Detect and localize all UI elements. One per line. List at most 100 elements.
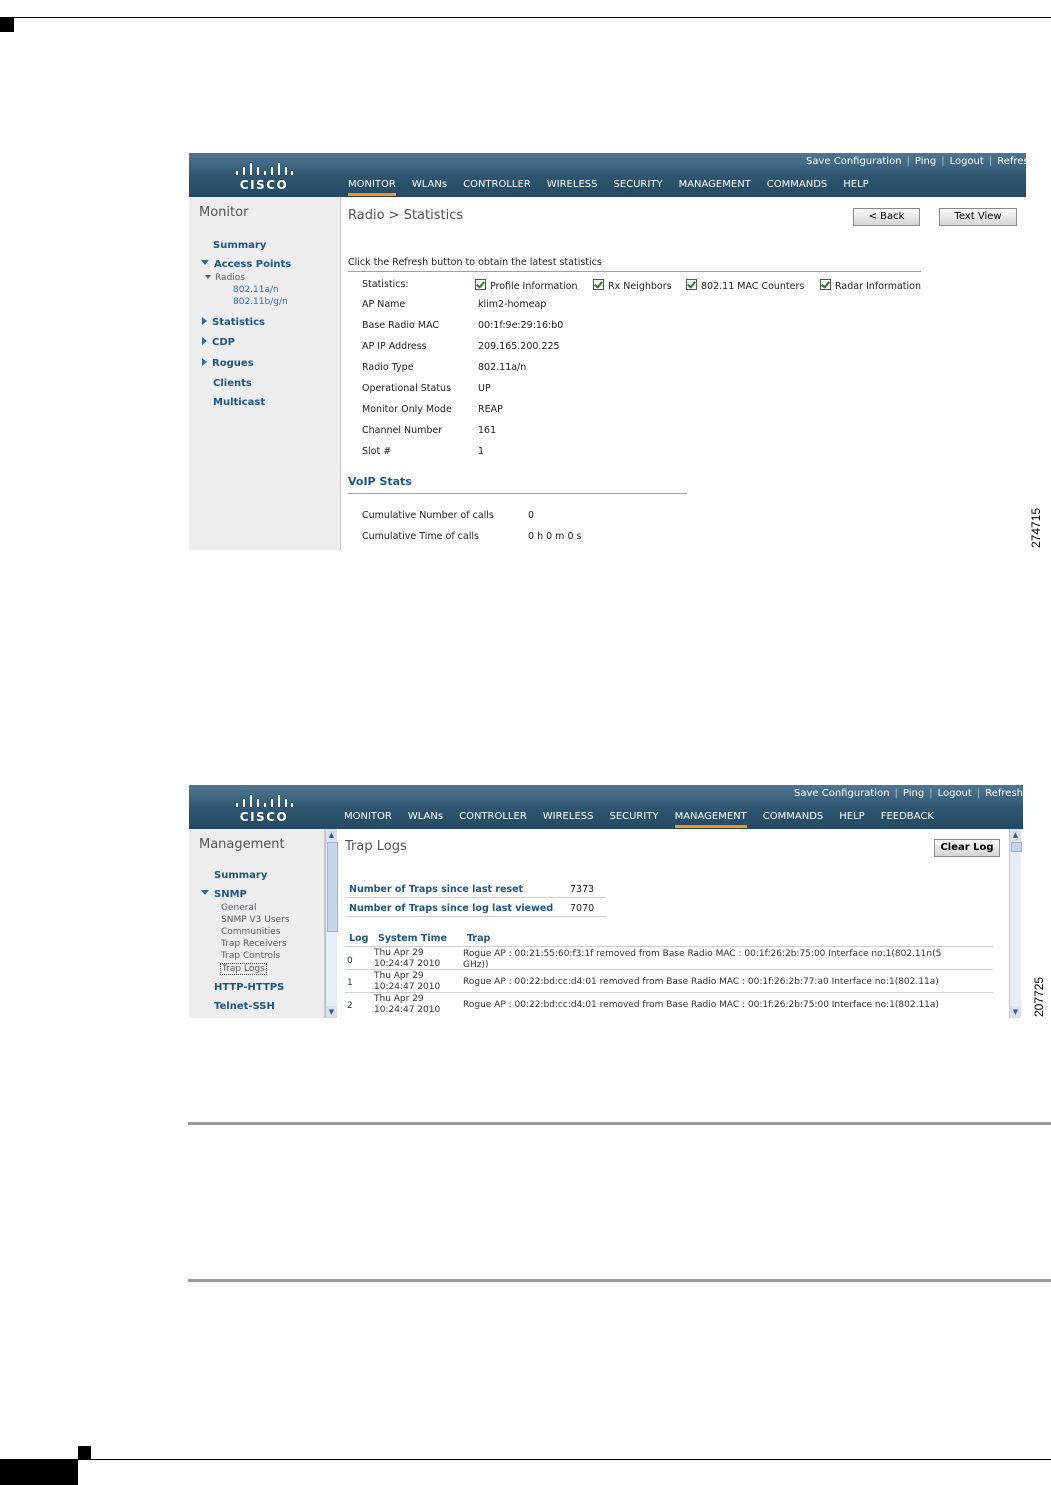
nav-help[interactable]: HELP <box>839 811 864 825</box>
ping-link[interactable]: Ping <box>903 788 924 799</box>
field-label: AP Name <box>362 299 406 310</box>
header-bar: CISCO Save Configuration | Ping | Logout | Ref… <box>189 153 1026 197</box>
sidebar-item-communities[interactable]: Communities <box>221 927 281 937</box>
sidebar-item-radios[interactable]: Radios <box>205 273 245 283</box>
nav-wlans[interactable]: WLANs <box>412 179 447 193</box>
row-log: 0 <box>347 956 353 966</box>
sidebar-title: Monitor <box>199 205 249 220</box>
nav-monitor[interactable]: MONITOR <box>344 811 392 825</box>
section-divider <box>348 271 921 272</box>
ping-link[interactable]: Ping <box>915 156 936 167</box>
scroll-up-icon[interactable]: ▲ <box>1010 829 1021 841</box>
sidebar-item-summary[interactable]: Summary <box>213 240 266 251</box>
sidebar-item-cdp[interactable]: CDP <box>202 337 235 348</box>
sidebar-item-general[interactable]: General <box>221 903 256 913</box>
sidebar-item-telnet-ssh[interactable]: Telnet-SSH <box>214 1001 275 1012</box>
content-scrollbar[interactable]: ▲ ▼ <box>1009 829 1022 1018</box>
sidebar-item-radio-b[interactable]: 802.11b/g/n <box>233 297 288 307</box>
nav-management[interactable]: MANAGEMENT <box>674 811 747 828</box>
save-configuration-link[interactable]: Save Configuration <box>806 156 902 167</box>
field-value: UP <box>478 383 491 394</box>
scrollbar-thumb[interactable] <box>327 842 338 932</box>
sidebar-item-trap-receivers[interactable]: Trap Receivers <box>221 939 287 949</box>
counter-value: 7373 <box>570 884 595 895</box>
row-time: 10:24:47 2010 <box>374 982 441 992</box>
nav-help[interactable]: HELP <box>843 179 868 193</box>
field-label: Base Radio MAC <box>362 320 440 331</box>
expanded-arrow-icon <box>201 260 209 265</box>
scroll-up-icon[interactable]: ▲ <box>326 829 337 841</box>
sidebar-scrollbar[interactable]: ▲ ▼ <box>325 829 338 1018</box>
text-view-button[interactable]: Text View <box>939 208 1017 226</box>
field-value: 161 <box>478 425 497 436</box>
nav-controller[interactable]: CONTROLLER <box>463 179 531 193</box>
field-value: 0 h 0 m 0 s <box>528 531 582 542</box>
nav-management[interactable]: MANAGEMENT <box>679 179 751 193</box>
nav-feedback[interactable]: FEEDBACK <box>881 811 934 825</box>
profile-information-checkbox[interactable]: Profile Information <box>475 279 578 292</box>
column-header-system-time: System Time <box>378 933 447 944</box>
sidebar-item-trap-logs[interactable]: Trap Logs <box>220 963 267 975</box>
back-button[interactable]: < Back <box>853 208 920 226</box>
sidebar-item-trap-controls[interactable]: Trap Controls <box>221 951 280 961</box>
checkbox-checked-icon <box>686 279 697 290</box>
sidebar-item-rogues[interactable]: Rogues <box>202 358 254 369</box>
field-label: Radio Type <box>362 362 414 373</box>
expanded-arrow-icon <box>205 275 211 279</box>
checkbox-checked-icon <box>820 279 831 290</box>
sidebar: Management Summary SNMP General SNMP V3 … <box>189 829 325 1018</box>
sidebar-item-clients[interactable]: Clients <box>213 378 252 389</box>
scroll-down-icon[interactable]: ▼ <box>326 1006 337 1018</box>
top-links: Save Configuration | Ping | Logout | Refresh <box>794 788 1023 799</box>
refresh-link[interactable]: Refresh <box>985 788 1023 799</box>
page-title: Trap Logs <box>345 839 407 854</box>
cisco-logo-text: CISCO <box>239 178 289 192</box>
sidebar-item-summary[interactable]: Summary <box>214 870 267 881</box>
field-label: Operational Status <box>362 383 452 394</box>
cisco-logo-bars-icon <box>235 158 293 175</box>
main-nav: MONITOR WLANs CONTROLLER WIRELESS SECURITY MA… <box>344 811 950 828</box>
row-time: 10:24:47 2010 <box>374 1005 441 1015</box>
field-label: Cumulative Time of calls <box>362 531 479 542</box>
main-nav: MONITOR WLANs CONTROLLER WIRELESS SECURITY MA… <box>348 179 885 196</box>
nav-controller[interactable]: CONTROLLER <box>459 811 527 825</box>
page-footer-tab <box>0 1460 78 1485</box>
nav-wireless[interactable]: WIRELESS <box>547 179 598 193</box>
field-label: Slot # <box>362 446 392 457</box>
nav-monitor[interactable]: MONITOR <box>348 179 396 196</box>
sidebar-item-snmp[interactable]: SNMP <box>201 889 247 900</box>
sidebar-item-statistics[interactable]: Statistics <box>202 317 265 328</box>
nav-commands[interactable]: COMMANDS <box>763 811 823 825</box>
collapsed-arrow-icon <box>202 317 207 325</box>
sidebar-item-radio-a[interactable]: 802.11a/n <box>233 285 279 295</box>
sidebar-item-access-points[interactable]: Access Points <box>201 259 291 270</box>
scroll-down-icon[interactable]: ▼ <box>1010 1006 1021 1018</box>
save-configuration-link[interactable]: Save Configuration <box>794 788 890 799</box>
sidebar-item-http-https[interactable]: HTTP-HTTPS <box>214 982 284 993</box>
nav-wireless[interactable]: WIRELESS <box>543 811 594 825</box>
field-value: 0 <box>528 510 535 521</box>
refresh-link[interactable]: Refres <box>997 156 1026 167</box>
nav-security[interactable]: SECURITY <box>613 179 662 193</box>
row-trap: Rogue AP : 00:21:55:60:f3:1f removed fro… <box>463 949 942 959</box>
collapsed-arrow-icon <box>202 358 207 366</box>
nav-wlans[interactable]: WLANs <box>408 811 443 825</box>
nav-commands[interactable]: COMMANDS <box>767 179 827 193</box>
screenshot-trap-logs: CISCO Save Configuration | Ping | Logout | Ref… <box>189 785 1023 1018</box>
mac-counters-checkbox[interactable]: 802.11 MAC Counters <box>686 279 804 292</box>
instruction-text: Click the Refresh button to obtain the l… <box>348 257 602 268</box>
clear-log-button[interactable]: Clear Log <box>934 839 1000 857</box>
top-links: Save Configuration | Ping | Logout | Refres <box>806 156 1026 167</box>
cisco-logo: CISCO <box>235 790 293 824</box>
row-divider <box>345 992 993 993</box>
rx-neighbors-checkbox[interactable]: Rx Neighbors <box>593 279 672 292</box>
logout-link[interactable]: Logout <box>950 156 984 167</box>
sidebar-item-snmp-v3-users[interactable]: SNMP V3 Users <box>221 915 289 925</box>
scrollbar-thumb[interactable] <box>1011 842 1022 852</box>
logout-link[interactable]: Logout <box>938 788 972 799</box>
radar-information-checkbox[interactable]: Radar Information <box>820 279 921 292</box>
field-label: AP IP Address <box>362 341 427 352</box>
nav-security[interactable]: SECURITY <box>609 811 658 825</box>
statistics-label: Statistics: <box>362 279 409 290</box>
sidebar-item-multicast[interactable]: Multicast <box>213 397 265 408</box>
